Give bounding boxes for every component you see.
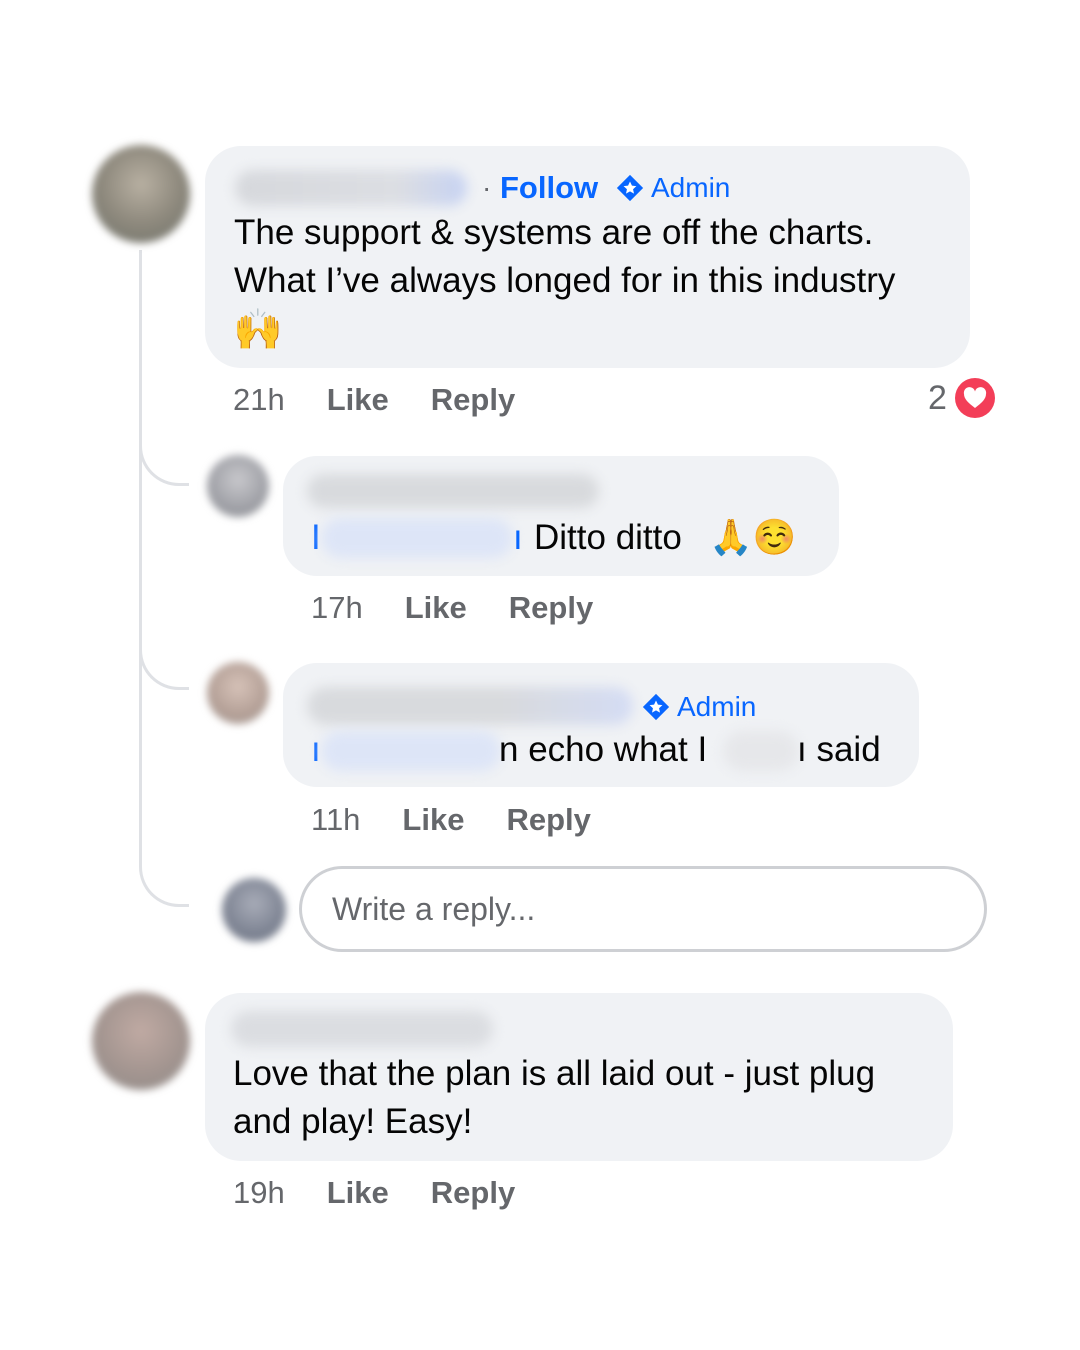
comment-text-line: Love that the plan is all laid out - jus…	[233, 1054, 876, 1093]
admin-badge: Admin	[615, 172, 730, 204]
reply-bubble: Admin ı n echo what I ı said	[283, 663, 919, 787]
mention-redacted[interactable]	[321, 731, 501, 771]
mention-link[interactable]: ı	[311, 726, 321, 774]
author-name-redacted[interactable]	[307, 687, 633, 725]
reply-text-tail: ı said	[797, 730, 881, 769]
reply-text: n echo what I	[499, 730, 708, 769]
timestamp[interactable]: 17h	[311, 590, 363, 626]
timestamp[interactable]: 11h	[311, 802, 360, 838]
comment-text-line: The support & systems are off the charts…	[234, 213, 874, 252]
like-button[interactable]: Like	[327, 382, 389, 418]
like-button[interactable]: Like	[405, 590, 467, 626]
timestamp[interactable]: 19h	[233, 1175, 285, 1211]
reaction-summary[interactable]: 2	[928, 378, 995, 418]
reply-button[interactable]: Reply	[431, 1175, 515, 1211]
reply-input[interactable]	[330, 889, 923, 929]
like-button[interactable]: Like	[402, 802, 464, 838]
author-name-redacted[interactable]	[231, 1011, 493, 1047]
reply-bubble: I ı Ditto ditto 🙏☺️	[283, 456, 839, 576]
comment-bubble: Love that the plan is all laid out - jus…	[205, 993, 953, 1161]
reaction-count: 2	[928, 378, 947, 417]
timestamp[interactable]: 21h	[233, 382, 285, 418]
comment-actions: 21h Like Reply	[233, 382, 515, 418]
admin-shield-icon	[616, 174, 644, 202]
praying-hands-emoji: 🙏☺️	[709, 518, 797, 557]
author-name-redacted[interactable]	[235, 170, 467, 206]
raising-hands-emoji: 🙌	[233, 308, 283, 352]
admin-badge: Admin	[641, 691, 756, 723]
reply-actions: 11h Like Reply	[311, 802, 591, 838]
avatar[interactable]	[92, 145, 190, 243]
comment-bubble: · Follow Admin The support & systems are…	[205, 146, 970, 368]
comment-text-line: and play! Easy!	[233, 1102, 473, 1141]
avatar[interactable]	[207, 455, 269, 517]
mention-redacted[interactable]	[723, 731, 799, 771]
reply-composer[interactable]	[299, 866, 987, 952]
current-user-avatar	[222, 878, 286, 942]
follow-button[interactable]: Follow	[500, 170, 598, 206]
mention-link[interactable]: I	[311, 514, 321, 562]
separator-dot: ·	[482, 172, 492, 203]
author-name-redacted[interactable]	[307, 474, 599, 508]
admin-shield-icon	[642, 693, 670, 721]
avatar[interactable]	[92, 992, 190, 1090]
reply-actions: 17h Like Reply	[311, 590, 593, 626]
reply-button[interactable]: Reply	[431, 382, 515, 418]
like-button[interactable]: Like	[327, 1175, 389, 1211]
mention-redacted[interactable]	[321, 518, 513, 558]
admin-label: Admin	[651, 172, 731, 203]
mention-tail: ı	[513, 518, 523, 557]
admin-label: Admin	[677, 691, 757, 722]
reply-button[interactable]: Reply	[509, 590, 593, 626]
thread-line	[139, 250, 189, 907]
heart-icon	[954, 378, 995, 418]
comment-actions: 19h Like Reply	[233, 1175, 515, 1211]
reply-text: Ditto ditto	[534, 518, 682, 557]
avatar[interactable]	[207, 662, 269, 724]
comment-text-line: What I’ve always longed for in this indu…	[234, 261, 896, 300]
reply-button[interactable]: Reply	[506, 802, 590, 838]
